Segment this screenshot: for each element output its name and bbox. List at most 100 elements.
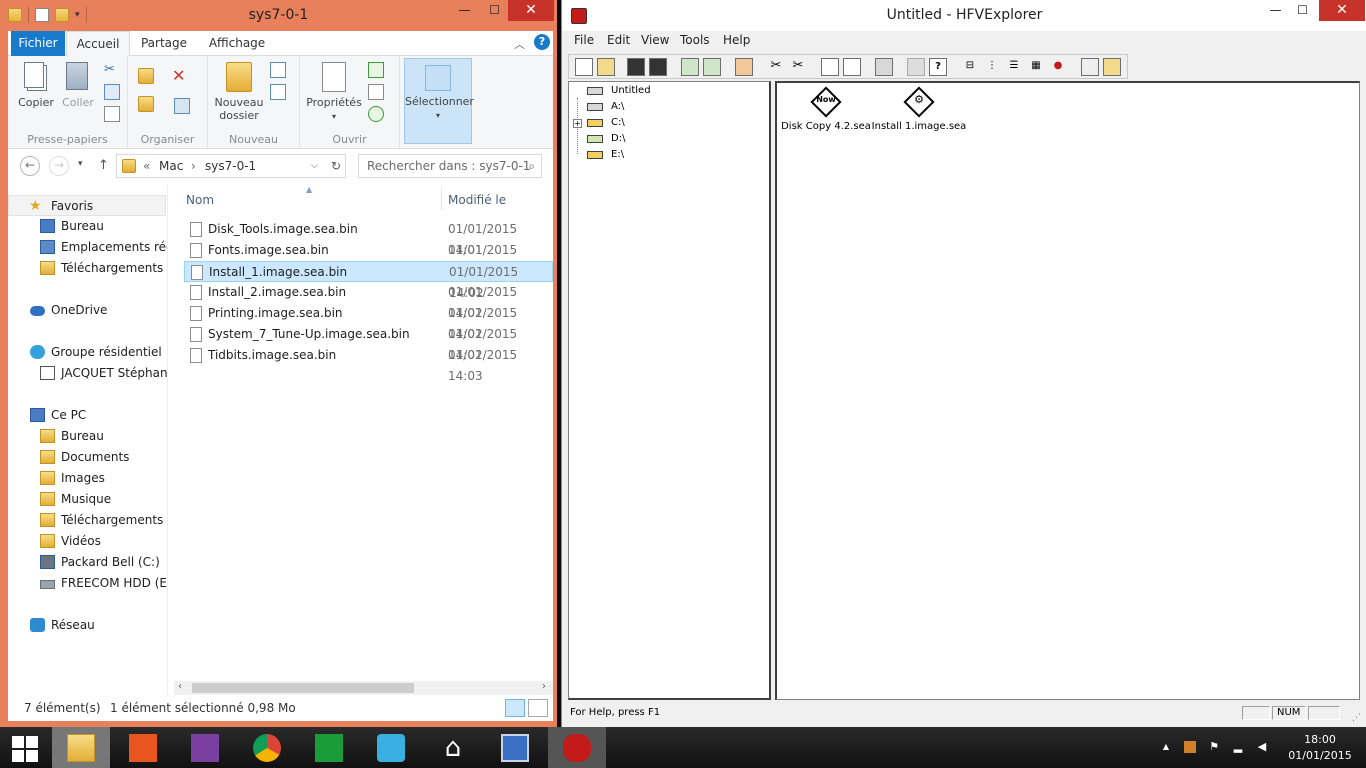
file-row[interactable]: Tidbits.image.sea.bin 01/01/2015 14:03 [184, 345, 553, 383]
unmount-icon[interactable] [703, 58, 721, 76]
file-row[interactable]: Install_1.image.sea.bin 01/01/2015 14:02 [184, 261, 553, 300]
options-icon[interactable] [1103, 58, 1121, 76]
nav-item-music[interactable]: Musique [8, 489, 167, 510]
taskbar-store[interactable] [300, 727, 358, 768]
small-icons-view-icon[interactable]: ⋮ [983, 58, 1001, 76]
rename-icon[interactable] [174, 98, 190, 114]
open-icon[interactable] [368, 62, 384, 78]
nav-item-user[interactable]: JACQUET Stéphanie [8, 363, 167, 384]
breadcrumb-current[interactable]: sys7-0-1 [205, 155, 256, 177]
maximize-button[interactable]: ☐ [1289, 0, 1316, 21]
close-button[interactable]: ✕ [508, 0, 554, 21]
column-divider[interactable] [441, 188, 442, 210]
apple-icon[interactable]: ● [1049, 58, 1067, 76]
new-folder-button[interactable]: Nouveau dossier [214, 62, 264, 122]
forward-button[interactable]: → [49, 156, 69, 176]
maximize-button[interactable]: ☐ [481, 0, 508, 21]
volume-icon[interactable]: ◀ [1256, 741, 1268, 753]
file-row[interactable]: Install_2.image.sea.bin 01/01/2015 14:02 [184, 282, 553, 320]
scroll-right-icon[interactable]: › [542, 681, 546, 692]
minimize-button[interactable]: — [1262, 0, 1289, 21]
large-icons-view-button[interactable] [528, 699, 548, 717]
minimize-button[interactable]: — [451, 0, 478, 21]
move-to-icon[interactable] [138, 68, 154, 84]
properties-button[interactable]: Propriétés ▾ [306, 62, 362, 123]
back-button[interactable]: ← [20, 156, 40, 176]
horizontal-scrollbar[interactable]: ‹ › [174, 681, 553, 695]
expand-icon[interactable]: + [573, 119, 582, 128]
nav-network[interactable]: Réseau [8, 615, 167, 636]
menu-file[interactable]: File [574, 33, 594, 47]
mount-icon[interactable] [681, 58, 699, 76]
explorer-title-bar[interactable]: ▾ sys7-0-1 — ☐ ✕ [0, 0, 557, 31]
nav-item-drive-e[interactable]: FREECOM HDD (E:) [8, 573, 167, 594]
taskbar-shopping[interactable] [362, 727, 420, 768]
refresh-icon[interactable]: ↻ [331, 155, 341, 177]
copy-button[interactable]: Copier [14, 62, 58, 109]
tab-affichage[interactable]: Affichage [202, 31, 272, 56]
nav-this-pc[interactable]: Ce PC [8, 405, 167, 426]
nav-onedrive[interactable]: OneDrive [8, 300, 167, 321]
tab-fichier[interactable]: Fichier [11, 31, 65, 56]
clock[interactable]: 18:00 01/01/2015 [1282, 732, 1358, 764]
antivirus-icon[interactable] [1184, 741, 1196, 753]
menu-edit[interactable]: Edit [607, 33, 630, 47]
scroll-thumb[interactable] [192, 683, 414, 693]
help-icon[interactable]: ? [534, 34, 550, 50]
breadcrumb-mac[interactable]: Mac [159, 155, 183, 177]
copy-to-icon[interactable] [138, 96, 154, 112]
nav-item-downloads[interactable]: Téléchargements [8, 258, 167, 279]
recent-locations-icon[interactable]: ▾ [78, 159, 83, 169]
address-bar[interactable]: « Mac › sys7-0-1 ⌵ ↻ [116, 154, 346, 178]
paste-shortcut-icon[interactable] [104, 106, 120, 122]
close-button[interactable]: ✕ [1319, 0, 1365, 21]
cut-icon[interactable]: ✂ [104, 62, 120, 78]
nav-item-videos[interactable]: Vidéos [8, 531, 167, 552]
open-icon[interactable] [597, 58, 615, 76]
file-row[interactable]: Fonts.image.sea.bin01/01/2015 14:02 [184, 240, 553, 278]
start-button[interactable] [0, 727, 50, 768]
search-icon[interactable]: ⌕ [528, 155, 535, 177]
taskbar-hfvexplorer[interactable] [548, 727, 606, 768]
taskbar-file-explorer[interactable] [52, 727, 110, 768]
paste-icon[interactable] [875, 58, 893, 76]
file-row[interactable]: System_7_Tune-Up.image.sea.bin 01/01/2015… [184, 324, 553, 362]
copy-special-icon[interactable] [843, 58, 861, 76]
copy-path-icon[interactable] [104, 84, 120, 100]
nav-item-recent[interactable]: Emplacements récen [8, 237, 167, 258]
tab-accueil[interactable]: Accueil [66, 31, 130, 57]
hfv-title-bar[interactable]: Untitled - HFVExplorer — ☐ ✕ [562, 0, 1366, 31]
taskbar-photos[interactable] [114, 727, 172, 768]
copy-icon[interactable] [821, 58, 839, 76]
action-center-icon[interactable]: ⚑ [1208, 741, 1220, 753]
nav-item-images[interactable]: Images [8, 468, 167, 489]
search-input[interactable]: Rechercher dans : sys7-0-1 ⌕ [358, 154, 542, 178]
menu-view[interactable]: View [641, 33, 669, 47]
cut-icon[interactable]: ✂ [767, 58, 785, 76]
taskbar-chrome[interactable] [238, 727, 296, 768]
nav-homegroup[interactable]: Groupe résidentiel [8, 342, 167, 363]
network-signal-icon[interactable]: ▂ [1232, 741, 1244, 753]
details-view-button[interactable] [505, 699, 525, 717]
menu-tools[interactable]: Tools [680, 33, 710, 47]
edit-icon[interactable] [368, 84, 384, 100]
format-icon[interactable] [735, 58, 753, 76]
breadcrumb-separator[interactable]: › [191, 155, 196, 177]
nav-item-pc-bureau[interactable]: Bureau [8, 426, 167, 447]
taskbar-onenote[interactable] [176, 727, 234, 768]
cut-special-icon[interactable]: ✂ [789, 58, 807, 76]
scroll-left-icon[interactable]: ‹ [178, 681, 182, 692]
save-as-icon[interactable] [649, 58, 667, 76]
select-button[interactable]: Sélectionner ▾ [404, 58, 474, 144]
new-icon[interactable] [575, 58, 593, 76]
new-item-icon[interactable] [270, 62, 286, 78]
taskbar-info-app[interactable] [486, 727, 544, 768]
tab-partage[interactable]: Partage [132, 31, 196, 56]
list-view-icon[interactable]: ☰ [1005, 58, 1023, 76]
breadcrumb-overflow[interactable]: « [143, 155, 150, 177]
collapse-ribbon-icon[interactable]: ︿ [514, 36, 526, 51]
details-view-icon[interactable]: ▦ [1027, 58, 1045, 76]
column-header-name[interactable]: Nom [186, 193, 214, 207]
paste-button[interactable]: Coller [58, 62, 98, 109]
nav-item-bureau[interactable]: Bureau [8, 216, 167, 237]
